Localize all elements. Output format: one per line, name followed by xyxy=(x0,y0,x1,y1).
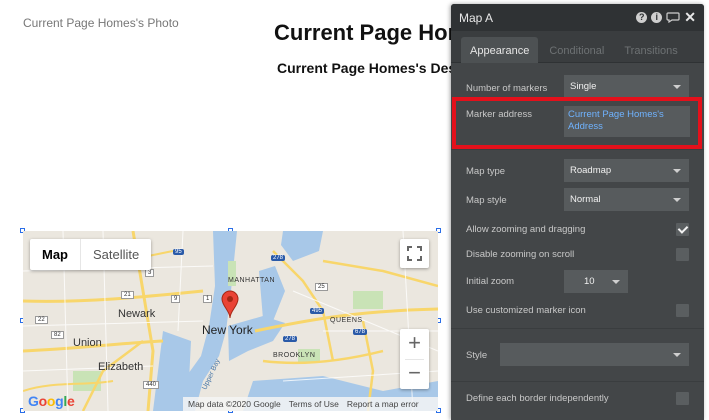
zoom-out-button[interactable]: − xyxy=(400,359,429,389)
marker-address-highlight-box xyxy=(452,97,702,149)
highway-shield: 440 xyxy=(143,381,160,389)
chevron-down-icon xyxy=(673,85,681,89)
map-type-label: Map type xyxy=(466,166,506,177)
highway-shield: 1 xyxy=(203,295,213,303)
style-row: Style xyxy=(466,343,689,370)
map-label-queens: QUEENS xyxy=(330,317,363,324)
initial-zoom-row: Initial zoom 10 xyxy=(466,270,689,298)
zoom-divider xyxy=(405,359,424,360)
info-icon[interactable]: i xyxy=(651,12,663,23)
custom-marker-label: Use customized marker icon xyxy=(466,305,586,316)
map-label-union: Union xyxy=(73,337,102,349)
chevron-down-icon xyxy=(673,353,681,357)
map-style-value: Normal xyxy=(570,194,601,205)
close-icon[interactable]: ✕ xyxy=(684,10,696,24)
custom-marker-row: Use customized marker icon xyxy=(466,304,689,318)
home-photo-placeholder[interactable]: Current Page Homes's Photo xyxy=(23,16,179,30)
allow-zooming-label: Allow zooming and dragging xyxy=(466,224,586,235)
initial-zoom-dropdown[interactable]: 10 xyxy=(564,270,628,293)
disable-scroll-zoom-checkbox[interactable] xyxy=(676,248,689,261)
map-label-elizabeth: Elizabeth xyxy=(98,361,144,373)
number-of-markers-value: Single xyxy=(570,81,597,92)
border-independent-label: Define each border independently xyxy=(466,393,609,404)
number-of-markers-dropdown[interactable]: Single xyxy=(564,75,689,98)
section-divider xyxy=(451,381,704,382)
google-logo: Google xyxy=(28,393,75,409)
panel-title: Map A xyxy=(459,10,494,25)
highway-shield: 82 xyxy=(51,331,64,339)
map-label-newark: Newark xyxy=(118,308,156,320)
highway-shield: 3 xyxy=(145,269,155,277)
border-independent-row: Define each border independently xyxy=(466,392,689,406)
map-element[interactable]: MANHATTAN New York Newark Union Elizabet… xyxy=(23,231,438,411)
map-type-row: Map type Roadmap xyxy=(466,159,689,186)
map-type-satellite-button[interactable]: Satellite xyxy=(80,239,151,270)
zoom-control: + − xyxy=(400,329,429,389)
highway-shield: 95 xyxy=(173,249,184,255)
initial-zoom-label: Initial zoom xyxy=(466,276,515,287)
allow-zooming-checkbox[interactable] xyxy=(676,223,689,236)
map-style-row: Map style Normal xyxy=(466,188,689,215)
panel-tabs: Appearance Conditional Transitions xyxy=(451,31,704,63)
tab-transitions[interactable]: Transitions xyxy=(615,37,686,63)
highway-shield: 21 xyxy=(121,291,134,299)
highway-shield: 495 xyxy=(310,308,325,314)
highway-shield: 9 xyxy=(171,295,181,303)
section-divider xyxy=(451,149,704,150)
map-style-dropdown[interactable]: Normal xyxy=(564,188,689,211)
disable-scroll-zoom-row: Disable zooming on scroll xyxy=(466,248,689,262)
section-divider xyxy=(451,328,704,329)
map-label-brooklyn: BROOKLYN xyxy=(273,352,316,359)
zoom-in-button[interactable]: + xyxy=(400,329,429,359)
map-type-map-button[interactable]: Map xyxy=(30,239,80,270)
map-marker-pin[interactable] xyxy=(220,289,240,319)
chevron-down-icon xyxy=(612,280,620,284)
number-of-markers-label: Number of markers xyxy=(466,83,548,94)
tab-conditional[interactable]: Conditional xyxy=(540,37,613,63)
map-style-label: Map style xyxy=(466,195,507,206)
highway-shield: 678 xyxy=(353,329,368,335)
border-independent-checkbox[interactable] xyxy=(676,392,689,405)
tab-appearance[interactable]: Appearance xyxy=(461,37,539,63)
help-icon[interactable]: ? xyxy=(636,12,648,23)
map-label-manhattan: MANHATTAN xyxy=(228,277,276,284)
property-editor-panel: Map A ? i ✕ Appearance Conditional Trans… xyxy=(451,4,704,420)
map-data-attribution: Map data ©2020 Google xyxy=(188,399,281,409)
chevron-down-icon xyxy=(673,198,681,202)
chevron-down-icon xyxy=(673,169,681,173)
map-type-value: Roadmap xyxy=(570,165,612,176)
terms-of-use-link[interactable]: Terms of Use xyxy=(289,399,339,409)
map-type-control: Map Satellite xyxy=(30,239,152,270)
style-label: Style xyxy=(466,350,488,361)
highway-shield: 278 xyxy=(271,255,286,261)
map-label-new-york: New York xyxy=(202,323,253,337)
highway-shield: 278 xyxy=(283,336,298,342)
map-type-dropdown[interactable]: Roadmap xyxy=(564,159,689,182)
report-map-error-link[interactable]: Report a map error xyxy=(347,399,419,409)
highway-shield: 22 xyxy=(35,316,48,324)
comment-icon[interactable] xyxy=(666,12,680,23)
allow-zooming-row: Allow zooming and dragging xyxy=(466,223,689,237)
initial-zoom-value: 10 xyxy=(584,276,595,287)
panel-header[interactable]: Map A ? i ✕ xyxy=(451,4,704,31)
highway-shield: 25 xyxy=(315,283,328,291)
fullscreen-button[interactable] xyxy=(400,239,429,268)
map-attribution-bar: Map data ©2020 Google Terms of Use Repor… xyxy=(183,397,438,411)
fullscreen-icon xyxy=(407,246,422,261)
disable-scroll-zoom-label: Disable zooming on scroll xyxy=(466,249,575,260)
style-dropdown[interactable] xyxy=(500,343,689,366)
custom-marker-checkbox[interactable] xyxy=(676,304,689,317)
